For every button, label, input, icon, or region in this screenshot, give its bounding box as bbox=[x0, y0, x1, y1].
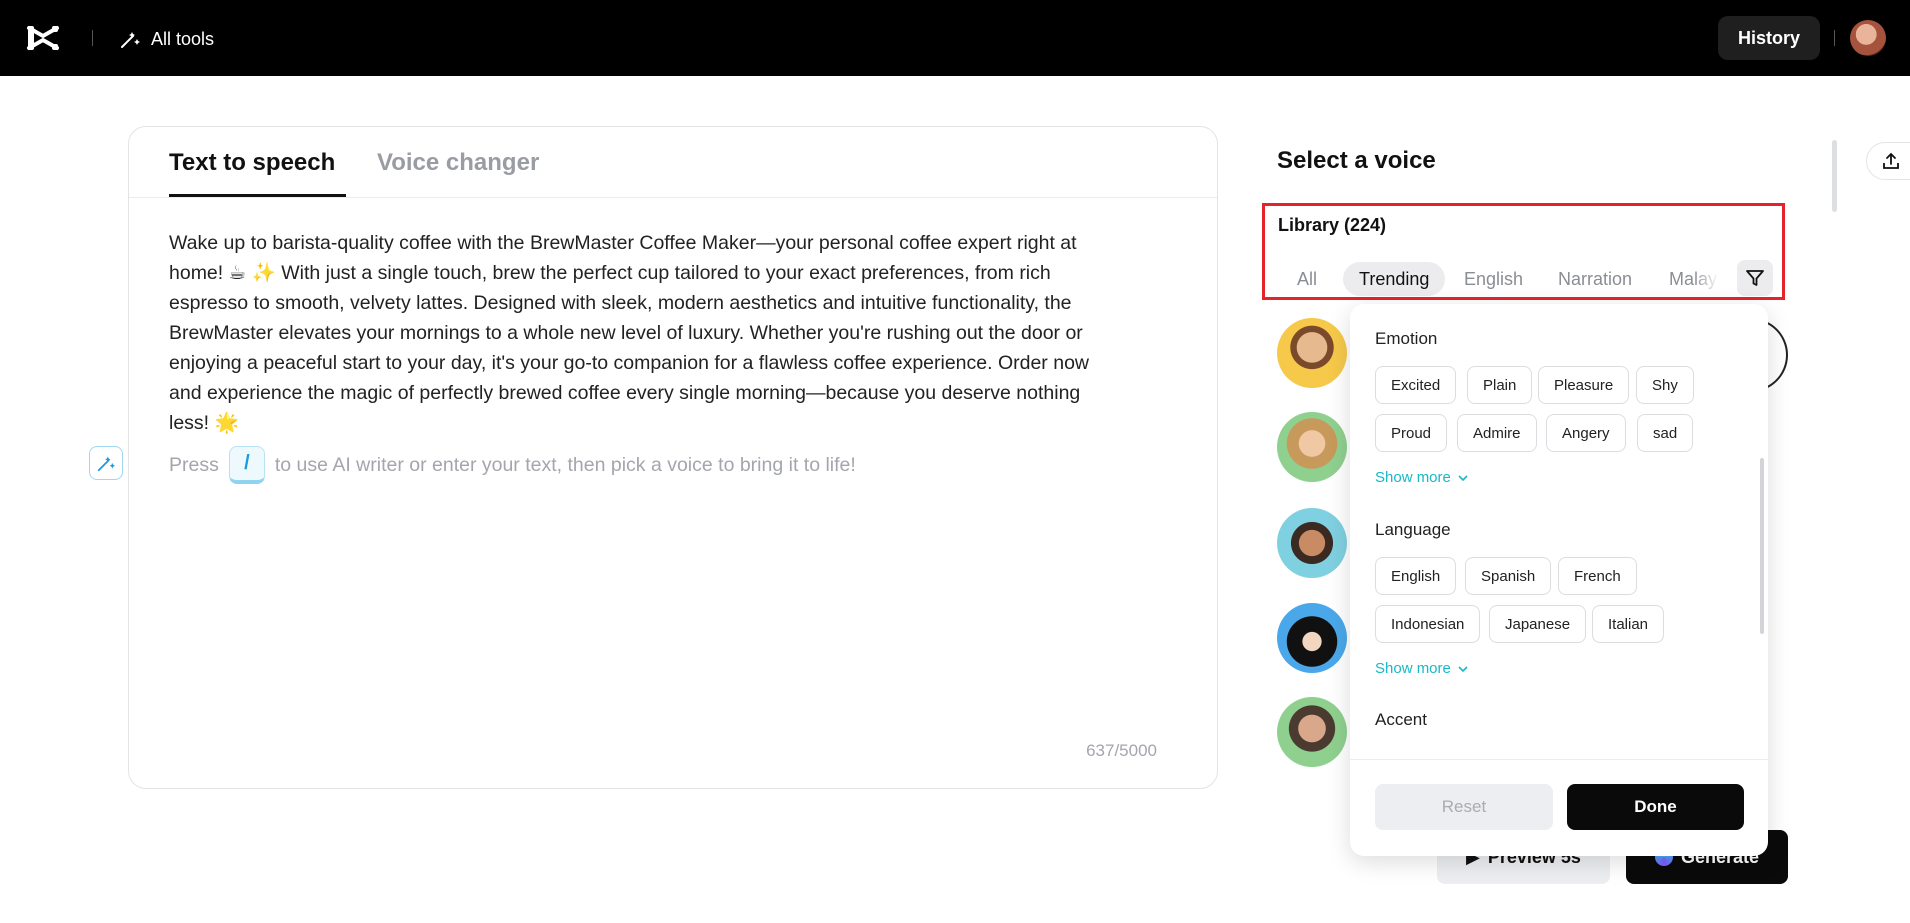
chip-sad[interactable]: sad bbox=[1637, 414, 1694, 452]
magic-wand-icon bbox=[121, 32, 140, 48]
chip-japanese[interactable]: Japanese bbox=[1489, 605, 1587, 643]
text-line: Wake up to barista-quality coffee with t… bbox=[169, 232, 1077, 254]
select-voice-title: Select a voice bbox=[1277, 147, 1436, 174]
voice-avatar[interactable] bbox=[1277, 603, 1347, 673]
divider bbox=[92, 30, 93, 46]
library-tab-malay[interactable]: Malay bbox=[1669, 262, 1719, 296]
upload-button[interactable] bbox=[1866, 142, 1910, 180]
chip-english[interactable]: English bbox=[1375, 557, 1457, 595]
text-line: home! ☕ ✨ With just a single touch, brew… bbox=[169, 262, 1051, 284]
library-tab-english[interactable]: English bbox=[1464, 262, 1523, 296]
text-editor-card: Text to speech Voice changer Wake up to … bbox=[128, 126, 1218, 789]
chip-plain[interactable]: Plain bbox=[1467, 366, 1533, 404]
text-line: and experience the magic of perfectly br… bbox=[169, 382, 1081, 404]
chip-admire[interactable]: Admire bbox=[1457, 414, 1537, 452]
chip-shy[interactable]: Shy bbox=[1636, 366, 1694, 404]
voice-avatar[interactable] bbox=[1277, 508, 1347, 578]
dropdown-scrollbar[interactable] bbox=[1760, 458, 1764, 634]
language-show-more[interactable]: Show more bbox=[1375, 660, 1469, 677]
chip-indonesian[interactable]: Indonesian bbox=[1375, 605, 1481, 643]
filter-icon bbox=[1746, 270, 1764, 286]
voice-avatar[interactable] bbox=[1277, 697, 1347, 767]
reset-button[interactable]: Reset bbox=[1375, 784, 1553, 830]
editor-tabs: Text to speech Voice changer bbox=[129, 127, 1217, 198]
library-tab-narration[interactable]: Narration bbox=[1558, 262, 1632, 296]
ai-writer-button[interactable] bbox=[89, 446, 123, 480]
capcut-logo-icon[interactable] bbox=[26, 22, 60, 54]
character-counter: 637/5000 bbox=[1086, 741, 1157, 760]
chevron-down-icon bbox=[1458, 665, 1468, 672]
chip-spanish[interactable]: Spanish bbox=[1465, 557, 1552, 595]
emotion-section-title: Emotion bbox=[1375, 329, 1438, 348]
chip-excited[interactable]: Excited bbox=[1375, 366, 1457, 404]
slash-key-hint[interactable]: / bbox=[228, 446, 265, 484]
language-section-title: Language bbox=[1375, 520, 1451, 539]
accent-section-title: Accent bbox=[1375, 710, 1427, 729]
voice-avatar[interactable] bbox=[1277, 412, 1347, 482]
ai-hint-suffix: to use AI writer or enter your text, the… bbox=[274, 453, 856, 476]
chip-pleasure[interactable]: Pleasure bbox=[1538, 366, 1630, 404]
chip-french[interactable]: French bbox=[1558, 557, 1637, 595]
tab-text-to-speech[interactable]: Text to speech bbox=[169, 149, 335, 177]
all-tools-button[interactable]: All tools bbox=[119, 25, 214, 53]
user-avatar[interactable] bbox=[1850, 20, 1886, 56]
dropdown-footer-divider bbox=[1350, 759, 1768, 760]
page-scrollbar[interactable] bbox=[1832, 140, 1837, 212]
show-more-label: Show more bbox=[1375, 660, 1451, 677]
show-more-label: Show more bbox=[1375, 469, 1451, 486]
text-line: BrewMaster elevates your mornings to a w… bbox=[169, 322, 1083, 344]
chevron-down-icon bbox=[1458, 474, 1468, 481]
emotion-show-more[interactable]: Show more bbox=[1375, 469, 1469, 486]
text-line: less! 🌟 bbox=[169, 412, 239, 434]
history-button[interactable]: History bbox=[1718, 16, 1820, 60]
top-bar: All tools History bbox=[0, 0, 1910, 76]
active-tab-indicator bbox=[169, 194, 346, 197]
all-tools-label: All tools bbox=[151, 28, 215, 49]
chip-angery[interactable]: Angery bbox=[1546, 414, 1626, 452]
tab-voice-changer[interactable]: Voice changer bbox=[377, 149, 539, 177]
magic-wand-icon bbox=[97, 456, 116, 472]
voice-avatar[interactable] bbox=[1277, 318, 1347, 388]
chip-italian[interactable]: Italian bbox=[1592, 605, 1665, 643]
ai-writer-hint: Press / to use AI writer or enter your t… bbox=[169, 445, 856, 485]
divider bbox=[1834, 30, 1835, 46]
done-button[interactable]: Done bbox=[1567, 784, 1744, 830]
library-tab-trending[interactable]: Trending bbox=[1343, 262, 1446, 296]
ai-hint-prefix: Press bbox=[169, 453, 219, 476]
library-title: Library (224) bbox=[1278, 215, 1387, 235]
library-tab-all[interactable]: All bbox=[1297, 262, 1317, 296]
filter-dropdown: Emotion Excited Plain Pleasure Shy Proud… bbox=[1350, 304, 1768, 856]
text-line: espresso to smooth, velvety lattes. Desi… bbox=[169, 292, 1072, 314]
upload-icon bbox=[1883, 152, 1899, 169]
chip-proud[interactable]: Proud bbox=[1375, 414, 1448, 452]
text-line: enjoying a peaceful start to your day, i… bbox=[169, 352, 1089, 374]
script-text-area[interactable]: Wake up to barista-quality coffee with t… bbox=[169, 228, 1169, 438]
filter-button[interactable] bbox=[1737, 260, 1773, 296]
